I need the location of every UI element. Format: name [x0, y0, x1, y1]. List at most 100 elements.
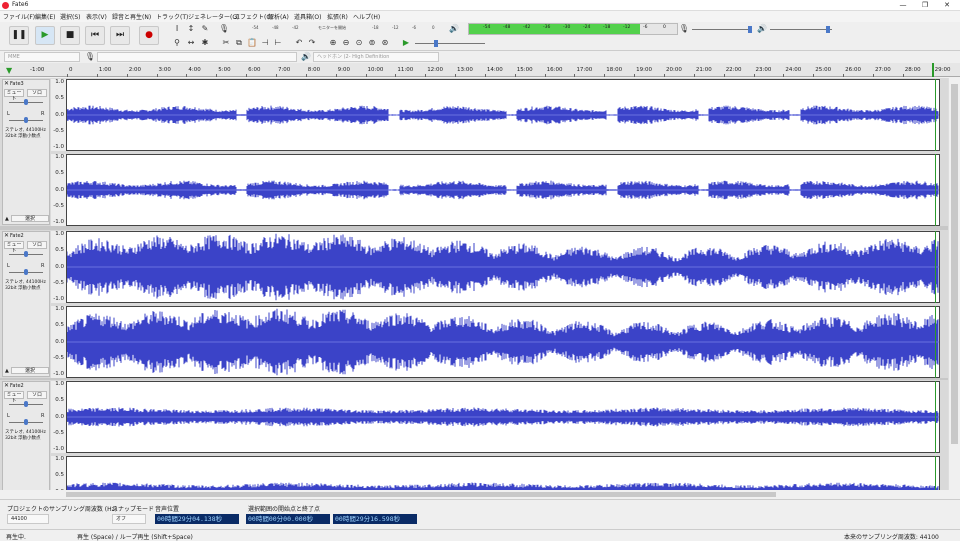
mute-button[interactable]: ミュート — [4, 391, 24, 404]
waveform-channel[interactable] — [66, 456, 940, 490]
track-area[interactable]: ✕ Fate3 ミュート ソロ L R ステレオ, 44100Hz 32bit 浮動小数点 ▲ 選… — [0, 78, 960, 490]
fit-project-icon[interactable]: ⊚ — [366, 37, 378, 49]
pan-slider-thumb[interactable] — [24, 269, 28, 275]
audio-track[interactable]: ✕Fate2ミュートソロLRステレオ, 44100Hz32bit 浮動小数点▲選… — [0, 380, 948, 490]
selection-tool-icon[interactable]: I — [171, 23, 183, 35]
audio-track[interactable]: ✕ Fate3 ミュート ソロ L R ステレオ, 44100Hz 32bit 浮動小数点 ▲ 選… — [0, 78, 948, 226]
zoom-in-icon[interactable]: ⊕ — [327, 37, 339, 49]
horizontal-scrollbar[interactable] — [66, 490, 946, 499]
mute-button[interactable]: ミュート — [4, 241, 24, 254]
minimize-button[interactable]: — — [892, 0, 914, 11]
track-control-panel[interactable]: ✕ Fate3 ミュート ソロ L R ステレオ, 44100Hz 32bit 浮動小数点 ▲ 選… — [2, 79, 50, 225]
collapse-icon[interactable]: ▲ — [5, 216, 9, 222]
maximize-button[interactable]: ❐ — [914, 0, 936, 11]
playback-meter-speaker-icon[interactable]: 🔊 — [448, 23, 460, 35]
vertical-scroll-thumb[interactable] — [951, 84, 958, 444]
recording-device-select[interactable] — [97, 52, 297, 62]
record-button[interactable]: ● — [139, 26, 159, 45]
copy-icon[interactable]: ⧉ — [233, 37, 245, 49]
record-meter-mic-icon[interactable]: 🎙 — [218, 23, 230, 35]
waveform-channel[interactable] — [66, 154, 940, 226]
menu-help[interactable]: ヘルプ(H) — [353, 12, 380, 21]
vertical-amplitude-scale[interactable]: 1.00.50.0-0.5-1.0 — [51, 231, 66, 303]
solo-button[interactable]: ソロ — [27, 89, 47, 97]
zoom-tool-icon[interactable]: ⚲ — [171, 37, 183, 49]
selection-start-field[interactable]: 00時間00分00.000秒 — [246, 514, 330, 524]
vertical-amplitude-scale[interactable]: 1.00.50.0-0.5-1.0 — [51, 154, 66, 226]
track-name-menu[interactable]: Fate2 — [10, 383, 24, 389]
cut-icon[interactable]: ✂ — [220, 37, 232, 49]
gain-slider-thumb[interactable] — [24, 99, 28, 105]
selection-end-field[interactable]: 00時間29分16.598秒 — [333, 514, 417, 524]
vertical-scrollbar[interactable] — [948, 78, 960, 490]
play-speed-thumb[interactable] — [434, 40, 438, 47]
skip-start-button[interactable]: ⏮ — [85, 26, 105, 45]
multi-tool-icon[interactable]: ✱ — [199, 37, 211, 49]
audio-position-field[interactable]: 00時間29分04.138秒 — [155, 514, 239, 524]
collapse-icon[interactable]: ▲ — [5, 368, 9, 374]
project-rate-select[interactable]: 44100 — [7, 514, 49, 524]
timeshift-tool-icon[interactable]: ↔ — [185, 37, 197, 49]
play-head-pin-icon[interactable]: ▼ — [6, 66, 12, 75]
track-close-icon[interactable]: ✕ — [4, 382, 9, 389]
stop-button[interactable]: ■ — [60, 26, 80, 45]
gain-slider-thumb[interactable] — [24, 401, 28, 407]
record-volume-slider[interactable] — [692, 29, 752, 30]
timeline-ruler[interactable]: ▼ -1:00 0 1:00 2:00 3:00 4:00 5:00 6:00 7:00 8:0… — [0, 63, 960, 77]
menu-transport[interactable]: 録音と再生(N) — [112, 12, 151, 21]
record-volume-thumb[interactable] — [748, 26, 752, 33]
menu-tools[interactable]: 道具箱(O) — [294, 12, 321, 21]
pause-button[interactable]: ❚❚ — [9, 26, 29, 45]
close-button[interactable]: ✕ — [936, 0, 958, 11]
horizontal-scroll-thumb[interactable] — [66, 492, 776, 497]
undo-icon[interactable]: ↶ — [293, 37, 305, 49]
waveform-channel[interactable] — [66, 381, 940, 453]
track-select-button[interactable]: 選択 — [11, 367, 49, 374]
menu-extra[interactable]: 拡張(R) — [327, 12, 348, 21]
menu-edit[interactable]: 編集(E) — [35, 12, 55, 21]
skip-end-button[interactable]: ⏭ — [110, 26, 130, 45]
draw-tool-icon[interactable]: ✎ — [199, 23, 211, 35]
menu-select[interactable]: 選択(S) — [60, 12, 81, 21]
audio-host-select[interactable]: MME — [4, 52, 80, 62]
solo-button[interactable]: ソロ — [27, 391, 47, 399]
track-close-icon[interactable]: ✕ — [4, 232, 9, 239]
zoom-toggle-icon[interactable]: ⊛ — [379, 37, 391, 49]
zoom-out-icon[interactable]: ⊖ — [340, 37, 352, 49]
paste-icon[interactable]: 📋 — [246, 37, 258, 49]
waveform-channel[interactable] — [66, 231, 940, 303]
snap-mode-select[interactable]: オフ — [112, 514, 146, 524]
audio-track[interactable]: ✕Fate2ミュートソロLRステレオ, 44100Hz32bit 浮動小数点▲選… — [0, 230, 948, 378]
track-name-menu[interactable]: Fate2 — [10, 233, 24, 239]
vertical-amplitude-scale[interactable]: 1.00.50.0-0.5-1.0 — [51, 79, 66, 151]
playback-volume-thumb[interactable] — [826, 26, 830, 33]
track-name-menu[interactable]: Fate3 — [10, 81, 24, 87]
menu-generate[interactable]: ジェネレーター(G) — [188, 12, 239, 21]
mute-button[interactable]: ミュート — [4, 89, 24, 102]
play-speed-slider[interactable] — [415, 43, 485, 44]
menu-tracks[interactable]: トラック(T) — [156, 12, 188, 21]
vertical-amplitude-scale[interactable]: 1.00.50.0-0.5-1.0 — [51, 306, 66, 378]
waveform-channel[interactable] — [66, 79, 940, 151]
play-button[interactable]: ▶ — [35, 26, 55, 45]
redo-icon[interactable]: ↷ — [306, 37, 318, 49]
track-select-button[interactable]: 選択 — [11, 215, 49, 222]
track-close-icon[interactable]: ✕ — [4, 80, 9, 87]
record-meter[interactable]: -54 -48 -42 モニターを開始 -18 -12 -6 0 — [232, 25, 444, 31]
pan-slider-thumb[interactable] — [24, 117, 28, 123]
menu-view[interactable]: 表示(V) — [86, 12, 107, 21]
playback-volume-slider[interactable] — [770, 29, 832, 30]
vertical-amplitude-scale[interactable]: 1.00.50.0-0.5-1.0 — [51, 456, 66, 490]
menu-analyze[interactable]: 解析(A) — [268, 12, 289, 21]
envelope-tool-icon[interactable]: ↕ — [185, 23, 197, 35]
waveform-channel[interactable] — [66, 306, 940, 378]
trim-icon[interactable]: ⊣ — [259, 37, 271, 49]
pan-slider-thumb[interactable] — [24, 419, 28, 425]
track-control-panel[interactable]: ✕Fate2ミュートソロLRステレオ, 44100Hz32bit 浮動小数点▲選… — [2, 381, 50, 490]
track-control-panel[interactable]: ✕Fate2ミュートソロLRステレオ, 44100Hz32bit 浮動小数点▲選… — [2, 231, 50, 377]
playback-device-select[interactable]: ヘッドホン (2- High Definition — [313, 52, 439, 62]
silence-icon[interactable]: ⊢ — [272, 37, 284, 49]
menu-file[interactable]: ファイル(F) — [3, 12, 35, 21]
gain-slider-thumb[interactable] — [24, 251, 28, 257]
vertical-amplitude-scale[interactable]: 1.00.50.0-0.5-1.0 — [51, 381, 66, 453]
